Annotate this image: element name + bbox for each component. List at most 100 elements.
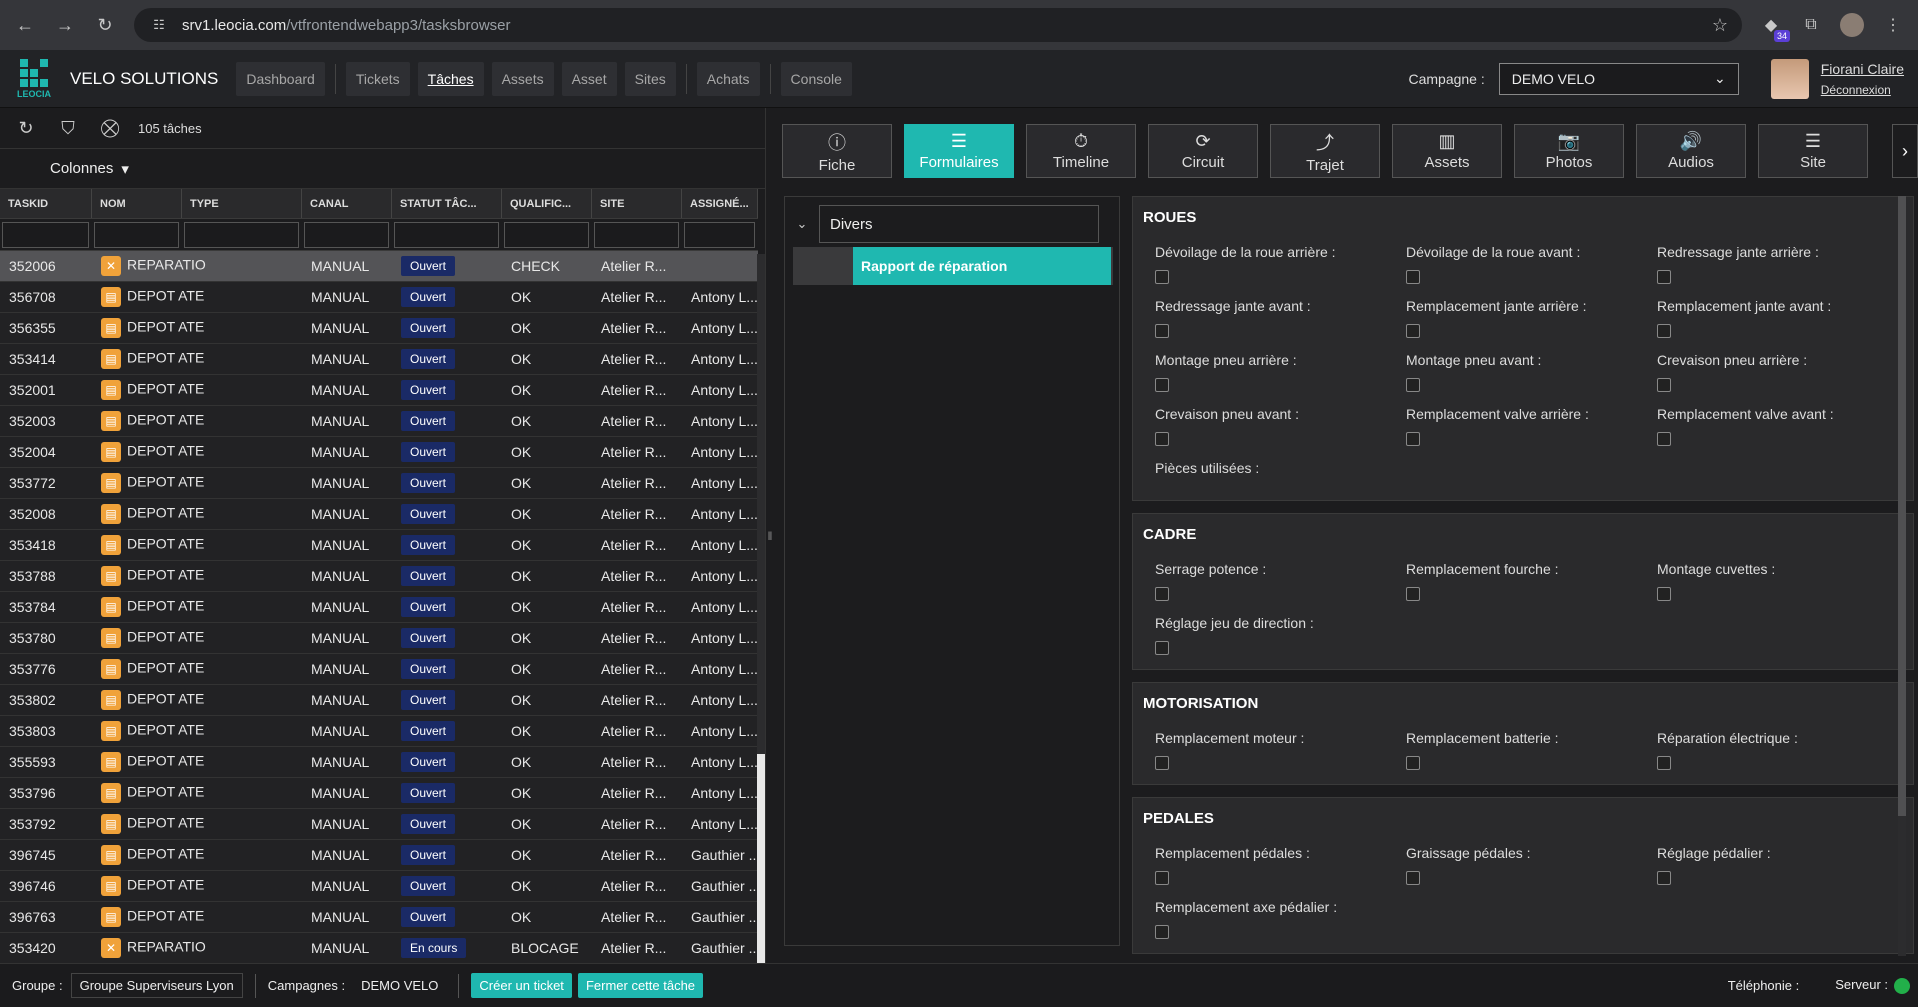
table-row[interactable]: 353784 ▤ DEPOT ATE MANUAL Ouvert OK Atelier R.… [0, 592, 758, 623]
table-row[interactable]: 353776 ▤ DEPOT ATE MANUAL Ouvert OK Atelier R.… [0, 654, 758, 685]
table-row[interactable]: 353772 ▤ DEPOT ATE MANUAL Ouvert OK Atelier R.… [0, 468, 758, 499]
table-row[interactable]: 356355 ▤ DEPOT ATE MANUAL Ouvert OK Atelier R.… [0, 313, 758, 344]
columns-dropdown[interactable]: Colonnes ▾ [0, 149, 765, 189]
menu-tickets[interactable]: Tickets [345, 61, 410, 96]
field-checkbox[interactable] [1155, 324, 1169, 338]
table-row[interactable]: 353802 ▤ DEPOT ATE MANUAL Ouvert OK Atelier R.… [0, 685, 758, 716]
tab-fiche[interactable]: ⓘ Fiche [782, 124, 892, 178]
tabs-next-icon[interactable]: › [1892, 124, 1918, 178]
chevron-down-icon[interactable]: ⌄ [785, 216, 819, 232]
filter-icon[interactable]: ⛉ [58, 118, 78, 139]
menu-achats[interactable]: Achats [696, 61, 760, 96]
field-checkbox[interactable] [1657, 378, 1671, 392]
column-filter-input[interactable] [504, 222, 589, 248]
browser-profile-avatar[interactable] [1840, 13, 1864, 37]
field-checkbox[interactable] [1155, 641, 1169, 655]
field-checkbox[interactable] [1155, 432, 1169, 446]
site-info-icon[interactable]: ☷ [148, 17, 170, 33]
menu-sites[interactable]: Sites [624, 61, 676, 96]
menu-asset[interactable]: Asset [561, 61, 617, 96]
tab-trajet[interactable]: ⤴ Trajet [1270, 124, 1380, 178]
column-header[interactable]: TYPE [182, 189, 302, 218]
tab-formulaires[interactable]: ☰ Formulaires [904, 124, 1014, 178]
tab-assets[interactable]: ▥ Assets [1392, 124, 1502, 178]
field-checkbox[interactable] [1657, 432, 1671, 446]
field-checkbox[interactable] [1406, 324, 1420, 338]
column-header[interactable]: TASKID [0, 189, 92, 218]
field-checkbox[interactable] [1657, 756, 1671, 770]
table-row[interactable]: 396745 ▤ DEPOT ATE MANUAL Ouvert OK Atelier R.… [0, 840, 758, 871]
column-header[interactable]: STATUT TÂC... [392, 189, 502, 218]
column-filter-input[interactable] [2, 222, 89, 248]
field-checkbox[interactable] [1406, 871, 1420, 885]
campagne-select[interactable]: DEMO VELO ⌄ [1498, 62, 1739, 95]
field-checkbox[interactable] [1155, 871, 1169, 885]
create-ticket-button[interactable]: Créer un ticket [471, 973, 572, 998]
refresh-icon[interactable]: ↻ [16, 118, 36, 139]
table-row[interactable]: 356708 ▤ DEPOT ATE MANUAL Ouvert OK Atelier R.… [0, 282, 758, 313]
column-filter-input[interactable] [94, 222, 179, 248]
column-filter-input[interactable] [394, 222, 499, 248]
tab-timeline[interactable]: ⏱ Timeline [1026, 124, 1136, 178]
table-row[interactable]: 353418 ▤ DEPOT ATE MANUAL Ouvert OK Atelier R.… [0, 530, 758, 561]
field-checkbox[interactable] [1406, 432, 1420, 446]
column-header[interactable]: ASSIGNÉ... [682, 189, 758, 218]
table-row[interactable]: 353780 ▤ DEPOT ATE MANUAL Ouvert OK Atelier R.… [0, 623, 758, 654]
column-filter-input[interactable] [184, 222, 299, 248]
field-checkbox[interactable] [1155, 587, 1169, 601]
column-filter-input[interactable] [594, 222, 679, 248]
panel-splitter[interactable]: ‖ [766, 108, 774, 963]
browser-menu-icon[interactable]: ⋮ [1882, 14, 1904, 36]
tree-group-divers[interactable]: Divers [819, 205, 1099, 243]
column-filter-input[interactable] [684, 222, 755, 248]
field-checkbox[interactable] [1657, 587, 1671, 601]
reload-icon[interactable]: ↻ [94, 15, 116, 36]
field-checkbox[interactable] [1657, 324, 1671, 338]
menu-dashboard[interactable]: Dashboard [236, 61, 325, 96]
menu-assets[interactable]: Assets [491, 61, 554, 96]
table-row[interactable]: 396746 ▤ DEPOT ATE MANUAL Ouvert OK Atelier R.… [0, 871, 758, 902]
field-checkbox[interactable] [1406, 378, 1420, 392]
form-scrollbar[interactable] [1898, 196, 1906, 956]
table-row[interactable]: 352006 ✕ REPARATIO MANUAL Ouvert CHECK Atelier… [0, 251, 758, 282]
tree-item-rapport[interactable]: Rapport de réparation [793, 247, 1113, 285]
table-row[interactable]: 353420 ✕ REPARATIO MANUAL En cours BLOCAGE Ate… [0, 933, 758, 964]
tab-audios[interactable]: 🔊 Audios [1636, 124, 1746, 178]
field-checkbox[interactable] [1155, 925, 1169, 939]
table-row[interactable]: 355593 ▤ DEPOT ATE MANUAL Ouvert OK Atelier R.… [0, 747, 758, 778]
field-checkbox[interactable] [1406, 270, 1420, 284]
table-row[interactable]: 396763 ▤ DEPOT ATE MANUAL Ouvert OK Atelier R.… [0, 902, 758, 933]
field-checkbox[interactable] [1406, 587, 1420, 601]
field-checkbox[interactable] [1155, 756, 1169, 770]
field-checkbox[interactable] [1657, 871, 1671, 885]
user-name-link[interactable]: Fiorani Claire [1821, 61, 1904, 77]
extensions-puzzle-icon[interactable]: ⧉ [1800, 14, 1822, 36]
table-row[interactable]: 353803 ▤ DEPOT ATE MANUAL Ouvert OK Atelier R.… [0, 716, 758, 747]
field-checkbox[interactable] [1406, 756, 1420, 770]
table-row[interactable]: 352008 ▤ DEPOT ATE MANUAL Ouvert OK Atelier R.… [0, 499, 758, 530]
field-checkbox[interactable] [1155, 270, 1169, 284]
logout-link[interactable]: Déconnexion [1821, 83, 1904, 97]
table-row[interactable]: 352001 ▤ DEPOT ATE MANUAL Ouvert OK Atelier R.… [0, 375, 758, 406]
table-row[interactable]: 353792 ▤ DEPOT ATE MANUAL Ouvert OK Atelier R.… [0, 809, 758, 840]
column-header[interactable]: CANAL [302, 189, 392, 218]
table-row[interactable]: 352004 ▤ DEPOT ATE MANUAL Ouvert OK Atelier R.… [0, 437, 758, 468]
extension-icon[interactable]: ◆ 34 [1760, 14, 1790, 42]
column-header[interactable]: SITE [592, 189, 682, 218]
menu-taches[interactable]: Tâches [417, 61, 484, 96]
tab-photos[interactable]: 📷 Photos [1514, 124, 1624, 178]
back-icon[interactable]: ← [14, 15, 36, 36]
table-row[interactable]: 352003 ▤ DEPOT ATE MANUAL Ouvert OK Atelier R.… [0, 406, 758, 437]
forward-icon[interactable]: → [54, 15, 76, 36]
close-task-button[interactable]: Fermer cette tâche [577, 973, 704, 998]
column-filter-input[interactable] [304, 222, 389, 248]
field-checkbox[interactable] [1155, 378, 1169, 392]
menu-console[interactable]: Console [780, 61, 852, 96]
tab-site[interactable]: ☰ Site [1758, 124, 1868, 178]
column-header[interactable]: NOM [92, 189, 182, 218]
table-row[interactable]: 353796 ▤ DEPOT ATE MANUAL Ouvert OK Atelier R.… [0, 778, 758, 809]
bookmark-star-icon[interactable]: ☆ [1712, 15, 1728, 36]
column-header[interactable]: QUALIFIC... [502, 189, 592, 218]
table-row[interactable]: 353414 ▤ DEPOT ATE MANUAL Ouvert OK Atelier R.… [0, 344, 758, 375]
field-checkbox[interactable] [1657, 270, 1671, 284]
